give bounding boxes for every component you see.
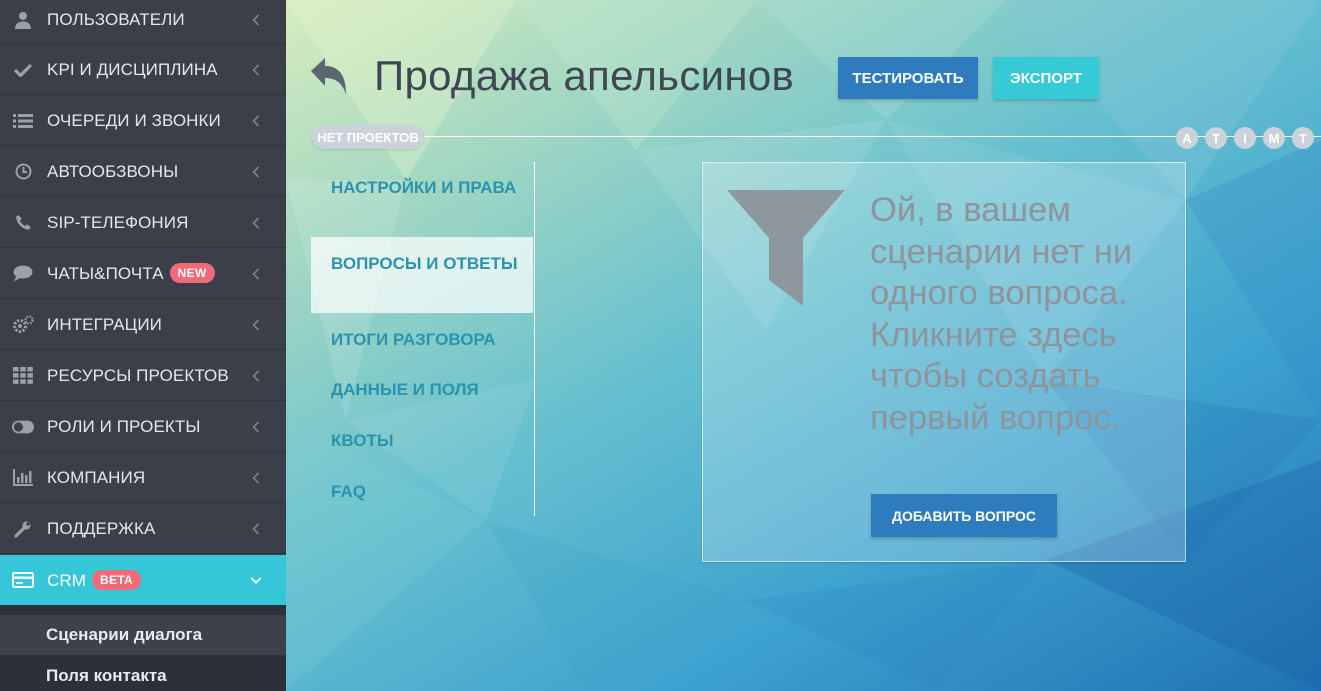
- test-button[interactable]: ТЕСТИРОВАТЬ: [838, 57, 978, 99]
- timeline-marker-i[interactable]: I: [1234, 127, 1256, 149]
- chevron-left-icon: [250, 318, 262, 331]
- sidebar-item-company[interactable]: КОМПАНИЯ: [0, 453, 286, 503]
- beta-badge: BETA: [92, 569, 141, 590]
- new-badge: NEW: [169, 263, 215, 283]
- chevron-left-icon: [250, 267, 262, 280]
- sidebar-item-kpi[interactable]: KPI И ДИСЦИПЛИНА: [0, 45, 286, 95]
- timeline-marker-m[interactable]: M: [1263, 127, 1285, 149]
- subnav-call-results[interactable]: ИТОГИ РАЗГОВОРА: [311, 327, 533, 352]
- subnav-quotas[interactable]: КВОТЫ: [311, 428, 533, 453]
- funnel-icon: [725, 188, 847, 313]
- chevron-left-icon: [250, 471, 262, 484]
- subnav-faq[interactable]: FAQ: [311, 479, 533, 504]
- sidebar-item-users[interactable]: ПОЛЬЗОВАТЕЛИ: [0, 0, 286, 45]
- sidebar-item-label: ОЧЕРЕДИ И ЗВОНКИ: [47, 110, 221, 130]
- list-icon: [12, 110, 34, 132]
- sidebar-item-label: ПОДДЕРЖКА: [47, 518, 156, 538]
- wrench-icon: [12, 518, 34, 540]
- grid-icon: [12, 365, 34, 387]
- bar-chart-icon: [12, 467, 34, 489]
- chevron-left-icon: [250, 420, 262, 433]
- export-button[interactable]: ЭКСПОРТ: [993, 57, 1099, 99]
- sidebar-item-label: РЕСУРСЫ ПРОЕКТОВ: [47, 365, 229, 385]
- sidebar-item-label: АВТООБЗВОНЫ: [47, 161, 179, 181]
- chevron-left-icon: [250, 369, 262, 382]
- subnav-data-fields[interactable]: ДАННЫЕ И ПОЛЯ: [311, 377, 533, 402]
- timeline-line: [316, 136, 1321, 137]
- sidebar-item-label: КОМПАНИЯ: [47, 467, 146, 487]
- submenu-item-label: Поля контакта: [46, 666, 167, 685]
- sidebar-item-label: CRM: [47, 570, 87, 590]
- chevron-down-icon: [250, 574, 262, 586]
- credit-card-icon: [12, 569, 34, 591]
- clock-icon: [12, 161, 34, 183]
- sidebar-item-chats[interactable]: ЧАТЫ&ПОЧТА NEW: [0, 249, 286, 299]
- sidebar-item-label: KPI И ДИСЦИПЛИНА: [47, 59, 218, 79]
- sidebar-item-crm[interactable]: CRM BETA: [0, 555, 286, 605]
- check-icon: [12, 59, 34, 81]
- subnav-settings-rights[interactable]: НАСТРОЙКИ И ПРАВА: [311, 175, 533, 200]
- user-icon: [12, 9, 34, 31]
- sidebar-item-autodial[interactable]: АВТООБЗВОНЫ: [0, 147, 286, 197]
- sidebar-item-label: ИНТЕГРАЦИИ: [47, 314, 162, 334]
- sidebar-item-label: SIP-ТЕЛЕФОНИЯ: [47, 212, 189, 232]
- sidebar-item-resources[interactable]: РЕСУРСЫ ПРОЕКТОВ: [0, 351, 286, 401]
- timeline-marker-a[interactable]: A: [1176, 127, 1198, 149]
- add-question-button[interactable]: ДОБАВИТЬ ВОПРОС: [871, 494, 1057, 537]
- chevron-left-icon: [250, 13, 262, 26]
- chat-icon: [12, 263, 34, 285]
- timeline-marker-t2[interactable]: T: [1292, 127, 1314, 149]
- subnav-questions-answers[interactable]: ВОПРОСЫ И ОТВЕТЫ: [311, 237, 533, 313]
- sidebar-item-roles[interactable]: РОЛИ И ПРОЕКТЫ: [0, 402, 286, 452]
- timeline-marker-t[interactable]: T: [1205, 127, 1227, 149]
- crm-submenu: Сценарии диалога Поля контакта: [0, 605, 286, 691]
- chevron-left-icon: [250, 522, 262, 535]
- back-arrow-icon[interactable]: [308, 55, 348, 102]
- gears-icon: [12, 314, 34, 336]
- chevron-left-icon: [250, 63, 262, 76]
- main-content: Продажа апельсинов ТЕСТИРОВАТЬ ЭКСПОРТ Н…: [286, 0, 1321, 691]
- sidebar-item-sip[interactable]: SIP-ТЕЛЕФОНИЯ: [0, 198, 286, 248]
- toggle-icon: [12, 416, 34, 438]
- sidebar-item-label: ПОЛЬЗОВАТЕЛИ: [47, 9, 185, 29]
- submenu-item-contact-fields[interactable]: Поля контакта: [0, 656, 286, 691]
- chevron-left-icon: [250, 165, 262, 178]
- page-title: Продажа апельсинов: [374, 52, 795, 99]
- sidebar-item-label: РОЛИ И ПРОЕКТЫ: [47, 416, 201, 436]
- submenu-item-label: Сценарии диалога: [46, 625, 203, 644]
- sidebar-item-queues[interactable]: ОЧЕРЕДИ И ЗВОНКИ: [0, 96, 286, 146]
- phone-icon: [12, 212, 34, 234]
- submenu-item-dialog-scenarios[interactable]: Сценарии диалога: [0, 615, 286, 655]
- empty-state-message[interactable]: Ой, в вашем сценарии нет ни одного вопро…: [870, 190, 1170, 439]
- sidebar: ПОЛЬЗОВАТЕЛИ KPI И ДИСЦИПЛИНА ОЧЕРЕДИ И …: [0, 0, 286, 691]
- sidebar-item-label: ЧАТЫ&ПОЧТА: [47, 264, 164, 283]
- sidebar-item-support[interactable]: ПОДДЕРЖКА: [0, 504, 286, 554]
- sidebar-item-integrations[interactable]: ИНТЕГРАЦИИ: [0, 300, 286, 350]
- scenario-subnav: НАСТРОЙКИ И ПРАВА ВОПРОСЫ И ОТВЕТЫ ИТОГИ…: [311, 162, 535, 516]
- no-projects-pill[interactable]: НЕТ ПРОЕКТОВ: [312, 125, 424, 149]
- empty-questions-panel[interactable]: Ой, в вашем сценарии нет ни одного вопро…: [702, 162, 1186, 562]
- chevron-left-icon: [250, 114, 262, 127]
- chevron-left-icon: [250, 216, 262, 229]
